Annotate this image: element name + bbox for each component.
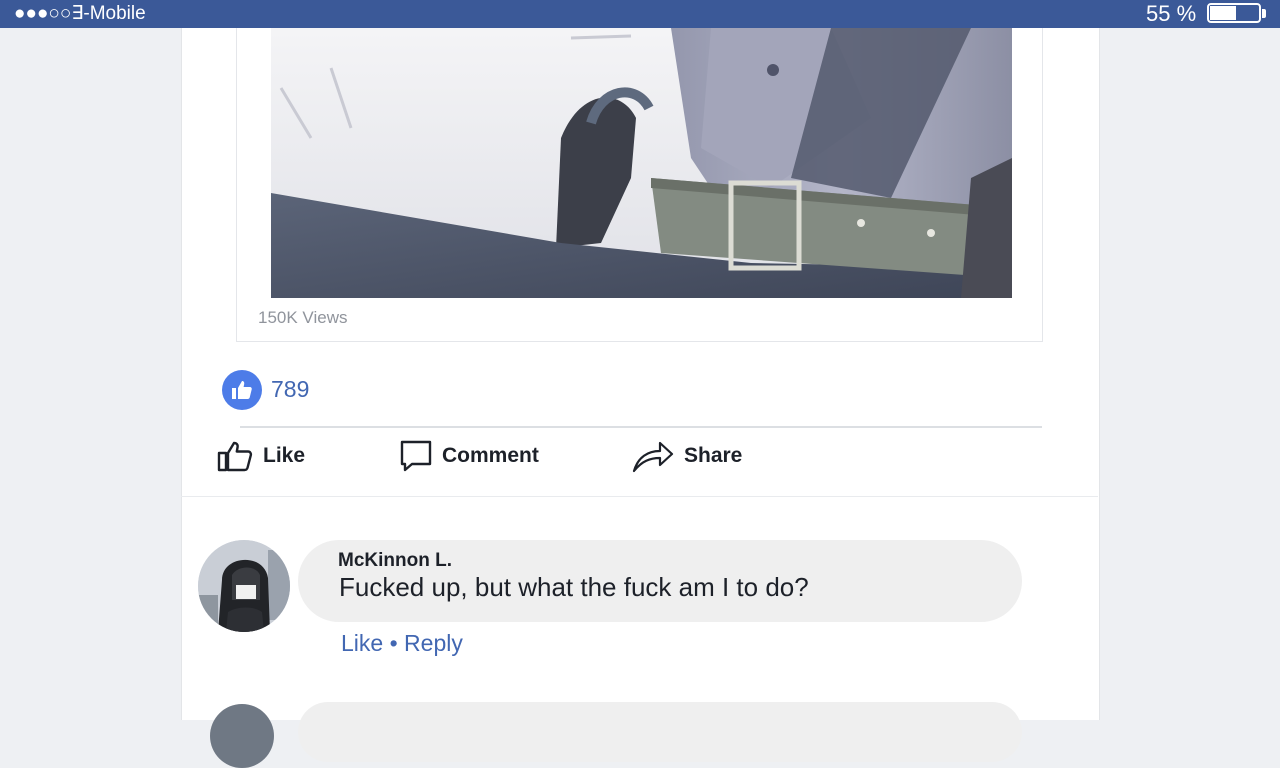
comment-actions: Like • Reply	[341, 630, 463, 657]
separator-dot: •	[389, 630, 398, 656]
avatar-image	[198, 540, 290, 632]
divider	[181, 496, 1098, 497]
comment-author[interactable]: McKinnon L.	[338, 550, 452, 572]
comment-like-link[interactable]: Like	[341, 630, 383, 656]
thumbs-up-outline-icon	[217, 441, 253, 472]
reaction-count[interactable]: 789	[271, 376, 309, 403]
like-button-label: Like	[263, 444, 306, 467]
status-bar: ●●●○○∃-Mobile 55 %	[0, 0, 1280, 28]
speech-bubble-icon	[400, 440, 432, 472]
comment-button-label: Comment	[442, 444, 539, 467]
video-player[interactable]	[271, 28, 1012, 298]
divider	[240, 426, 1042, 428]
share-arrow-icon	[632, 441, 674, 473]
comment-bubble	[298, 702, 1022, 762]
like-button[interactable]: Like	[217, 438, 305, 474]
comment-reply-link[interactable]: Reply	[404, 630, 463, 656]
share-button[interactable]: Share	[632, 438, 742, 474]
thumbs-up-icon[interactable]	[222, 370, 262, 410]
comment-button[interactable]: Comment	[400, 438, 539, 474]
battery-tip	[1262, 9, 1266, 18]
comment-text: Fucked up, but what the fuck am I to do?	[339, 572, 809, 602]
battery-icon	[1207, 3, 1261, 23]
share-button-label: Share	[684, 444, 743, 467]
carrier-label: ●●●○○∃-Mobile	[14, 3, 146, 24]
avatar[interactable]	[210, 704, 274, 768]
video-frame-image	[271, 28, 1012, 298]
video-view-count: 150K Views	[258, 308, 348, 327]
battery-level-fill	[1210, 6, 1237, 20]
avatar[interactable]	[198, 540, 290, 632]
battery-percent: 55 %	[1146, 1, 1197, 26]
